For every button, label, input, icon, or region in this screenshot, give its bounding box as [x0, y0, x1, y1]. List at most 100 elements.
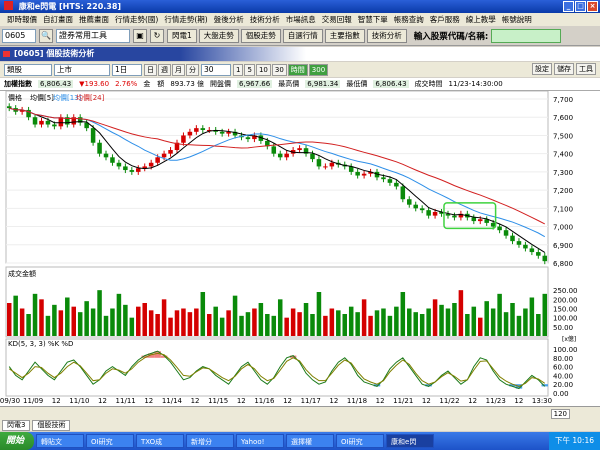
volume-bar — [258, 303, 264, 336]
chart-right-buttons: 設定 儲存 工具 — [532, 63, 596, 75]
candle — [329, 162, 335, 167]
volume-bar — [497, 293, 502, 336]
period-select[interactable]: 1日 — [112, 63, 142, 76]
bottom-tab-0[interactable]: 閃電3 — [2, 420, 31, 431]
refresh-icon[interactable]: ↻ — [150, 28, 164, 43]
minute-button-5[interactable]: 300 — [308, 63, 329, 76]
horizontal-scrollbar[interactable]: 120 — [0, 406, 600, 420]
taskbar-task-6[interactable]: OI研究 — [336, 434, 385, 448]
volume-tick-label: 200.00 — [553, 296, 578, 304]
period-button-0[interactable]: 日 — [144, 63, 157, 76]
minute-button-0[interactable]: 1 — [233, 63, 244, 76]
type-select[interactable]: 類股 — [4, 63, 52, 76]
candle — [39, 120, 44, 125]
close-icon[interactable]: × — [587, 1, 598, 12]
period-button-2[interactable]: 月 — [172, 63, 185, 76]
taskbar-task-0[interactable]: 轉貼文 — [36, 434, 85, 448]
chart-button-0[interactable]: 設定 — [532, 63, 552, 75]
menu-item-8[interactable]: 交易回報 — [319, 13, 355, 26]
minute-button-3[interactable]: 30 — [271, 63, 287, 76]
kd-tick-label: 100.00 — [553, 346, 578, 354]
tool-icon[interactable]: ▣ — [133, 28, 147, 43]
menu-item-5[interactable]: 盤後分析 — [211, 13, 247, 26]
volume-tick-label: 100.00 — [553, 315, 578, 323]
candle — [271, 146, 277, 154]
maximize-icon[interactable]: □ — [575, 1, 586, 12]
menu-item-3[interactable]: 行情走勢(國) — [112, 13, 161, 26]
candle — [503, 230, 509, 236]
menu-item-7[interactable]: 市場訊息 — [283, 13, 319, 26]
minute-button-2[interactable]: 10 — [255, 63, 271, 76]
candle — [245, 137, 251, 140]
period-button-3[interactable]: 分 — [186, 63, 199, 76]
menu-item-12[interactable]: 線上教學 — [463, 13, 499, 26]
market-select[interactable]: 上市 — [54, 63, 110, 76]
kd-tick-label: 0.00 — [553, 390, 569, 398]
toolbar-button-1[interactable]: 大盤走勢 — [198, 28, 239, 43]
toolbar-button-5[interactable]: 技術分析 — [366, 28, 407, 43]
menu-item-13[interactable]: 帳號說明 — [499, 13, 535, 26]
taskbar-task-2[interactable]: TXO成 — [136, 434, 185, 448]
search-icon[interactable]: 🔍 — [39, 28, 53, 43]
candle — [355, 171, 360, 176]
bottom-tab-1[interactable]: 個股技術 — [32, 420, 71, 431]
minimize-icon[interactable]: _ — [563, 1, 574, 12]
volume-bar — [123, 304, 128, 336]
price-tick-label: 7,500 — [553, 132, 573, 140]
candle — [116, 162, 122, 167]
candle — [148, 162, 154, 167]
taskbar-task-4[interactable]: Yahoo! — [236, 434, 285, 448]
x-axis-label: 11/21 — [393, 397, 413, 405]
candle — [97, 142, 102, 154]
price-panel-title: 價格 — [8, 93, 22, 102]
toolbar-button-0[interactable]: 閃電1 — [167, 28, 197, 43]
candle — [407, 199, 412, 205]
technical-chart[interactable]: 6,800 6,900 7,000 7,100 7,200 7,300 7,400 7,500… — [0, 90, 600, 407]
code-input[interactable]: 0605 — [2, 28, 36, 43]
x-axis-label: 12 — [98, 397, 107, 405]
volume-bar — [316, 292, 322, 336]
chart-button-1[interactable]: 儲存 — [554, 63, 574, 75]
stock-query-input[interactable] — [491, 28, 562, 43]
kd-tick-label: 40.00 — [553, 372, 573, 380]
chart-svg[interactable]: 6,800 6,900 7,000 7,100 7,200 7,300 7,400 7,500… — [0, 90, 600, 408]
time-value: 11/23-14:30:00 — [448, 80, 503, 88]
volume-bar — [394, 306, 399, 336]
menu-item-1[interactable]: 自訂畫面 — [40, 13, 76, 26]
menu-item-2[interactable]: 推薦畫面 — [76, 13, 112, 26]
taskbar-task-5[interactable]: 選擇權 — [286, 434, 335, 448]
taskbar-task-7[interactable]: 康和e閃 — [386, 434, 435, 448]
candle — [477, 219, 483, 222]
volume-bar — [26, 314, 31, 336]
taskbar-task-3[interactable]: 新增分 — [186, 434, 235, 448]
candle — [400, 186, 406, 200]
volume-bar — [336, 310, 341, 336]
minute-button-1[interactable]: 5 — [244, 63, 255, 76]
candle — [200, 128, 206, 130]
candle — [161, 153, 167, 158]
low-label: 最低價 — [346, 80, 368, 88]
minute-button-4[interactable]: 時間 — [287, 63, 308, 76]
toolbar-button-2[interactable]: 個股走勢 — [240, 28, 281, 43]
menu-item-11[interactable]: 客戶服務 — [427, 13, 463, 26]
zoom-value[interactable]: 120 — [550, 409, 570, 419]
menu-item-0[interactable]: 即時報價 — [4, 13, 40, 26]
price-tick-label: 7,000 — [553, 224, 573, 232]
taskbar-task-1[interactable]: OI研究 — [86, 434, 135, 448]
tool-select[interactable]: 證券常用工具 — [56, 28, 130, 43]
start-button[interactable]: 開始 — [0, 432, 35, 450]
menu-item-10[interactable]: 帳務查詢 — [391, 13, 427, 26]
menu-item-9[interactable]: 智慧下單 — [355, 13, 391, 26]
menu-item-6[interactable]: 技術分析 — [247, 13, 283, 26]
period-button-1[interactable]: 週 — [158, 63, 171, 76]
x-axis-label: 12 — [422, 397, 431, 405]
chart-button-2[interactable]: 工具 — [576, 63, 596, 75]
toolbar-button-4[interactable]: 主要指數 — [324, 28, 365, 43]
candle — [361, 173, 367, 176]
volume-bar — [503, 312, 509, 336]
minute-select[interactable]: 30 — [201, 63, 231, 76]
candle — [123, 166, 128, 171]
x-axis-label: 11/15 — [208, 397, 228, 405]
toolbar-button-3[interactable]: 自選行情 — [282, 28, 323, 43]
menu-item-4[interactable]: 行情走勢(期) — [161, 13, 210, 26]
